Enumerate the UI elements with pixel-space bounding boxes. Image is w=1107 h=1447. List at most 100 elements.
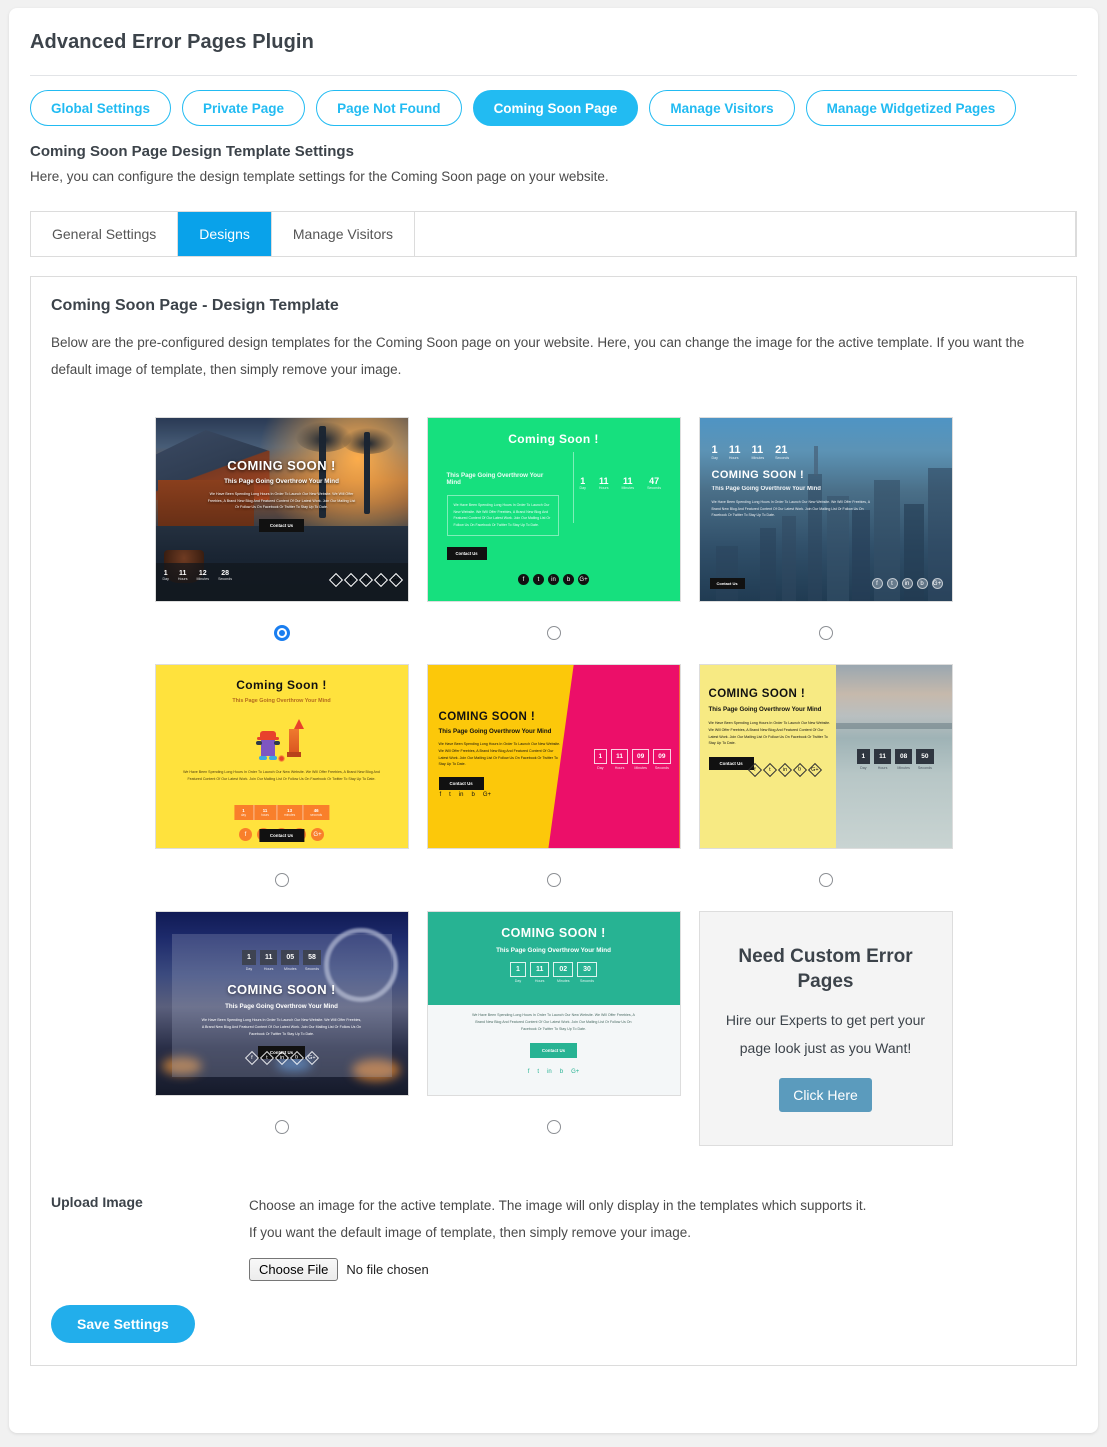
template3-contact-button[interactable]: Contact Us bbox=[709, 578, 745, 589]
template-radio-5[interactable] bbox=[546, 873, 561, 887]
template6-body: We Have Been Spending Long Hours In Orde… bbox=[708, 721, 831, 746]
googleplus-icon[interactable]: G+ bbox=[388, 572, 403, 588]
template-radio-3[interactable] bbox=[818, 626, 833, 640]
facebook-icon[interactable]: f bbox=[239, 828, 252, 841]
countdown-hours: 11 Hours bbox=[728, 444, 741, 460]
facebook-icon[interactable]: f bbox=[747, 762, 762, 778]
countdown-day: 1 Day bbox=[711, 444, 718, 460]
template6-contact-button[interactable]: Contact Us bbox=[708, 757, 754, 771]
linkedin-icon[interactable]: in bbox=[358, 572, 373, 588]
template5-heading: COMING SOON ! bbox=[438, 711, 536, 723]
twitter-icon[interactable]: t bbox=[533, 574, 544, 585]
file-input-row[interactable]: Choose File No file chosen bbox=[249, 1258, 1062, 1281]
behance-icon[interactable]: b bbox=[563, 574, 574, 585]
behance-icon[interactable]: b bbox=[560, 1069, 563, 1075]
template-preview-yellow-sea: COMING SOON ! This Page Going Overthrow … bbox=[699, 665, 952, 848]
panel-description: Below are the pre-configured design temp… bbox=[51, 335, 1025, 377]
template4-heading: Coming Soon ! bbox=[236, 678, 327, 692]
countdown-hours: 11 Hours bbox=[529, 962, 550, 983]
twitter-icon[interactable]: t bbox=[886, 578, 898, 589]
googleplus-icon[interactable]: G+ bbox=[483, 792, 491, 798]
behance-icon[interactable]: b bbox=[792, 762, 807, 778]
facebook-icon[interactable]: f bbox=[871, 578, 883, 589]
template-cell-3: 1 Day 11 Hours 11 Minutes 21 Seconds COM… bbox=[698, 417, 953, 664]
googleplus-icon[interactable]: G+ bbox=[571, 1069, 579, 1075]
googleplus-icon[interactable]: G+ bbox=[807, 762, 822, 778]
twitter-icon[interactable]: t bbox=[762, 762, 777, 778]
behance-icon[interactable]: b bbox=[289, 1050, 304, 1066]
template-thumbnail-1[interactable]: COMING SOON ! This Page Going Overthrow … bbox=[154, 417, 409, 602]
twitter-icon[interactable]: t bbox=[449, 792, 451, 798]
linkedin-icon[interactable]: in bbox=[547, 1069, 552, 1075]
template2-contact-button[interactable]: Contact Us bbox=[446, 546, 487, 560]
nav-pill-page-not-found[interactable]: Page Not Found bbox=[316, 90, 462, 126]
linkedin-icon[interactable]: in bbox=[777, 762, 792, 778]
save-settings-button[interactable]: Save Settings bbox=[51, 1305, 195, 1343]
linkedin-icon[interactable]: in bbox=[548, 574, 559, 585]
template8-contact-button[interactable]: Contact Us bbox=[529, 1043, 578, 1058]
template-radio-7[interactable] bbox=[274, 1120, 289, 1134]
promo-click-here-button[interactable]: Click Here bbox=[779, 1078, 872, 1113]
behance-icon[interactable]: b bbox=[472, 792, 475, 798]
template-thumbnail-8[interactable]: COMING SOON ! This Page Going Overthrow … bbox=[426, 911, 681, 1096]
behance-icon[interactable]: b bbox=[373, 572, 388, 588]
googleplus-icon[interactable]: G+ bbox=[931, 578, 943, 589]
countdown-hours: 11 Hours bbox=[598, 476, 609, 490]
facebook-icon[interactable]: f bbox=[518, 574, 529, 585]
template-thumbnail-4[interactable]: Coming Soon ! This Page Going Overthrow … bbox=[154, 664, 409, 849]
template-thumbnail-5[interactable]: COMING SOON ! This Page Going Overthrow … bbox=[426, 664, 681, 849]
building-shape bbox=[851, 510, 870, 601]
googleplus-icon[interactable]: G+ bbox=[311, 828, 324, 841]
linkedin-icon[interactable]: in bbox=[901, 578, 913, 589]
nav-pill-manage-widgetized-pages[interactable]: Manage Widgetized Pages bbox=[805, 90, 1017, 126]
nav-pill-global-settings[interactable]: Global Settings bbox=[30, 90, 172, 126]
template4-contact-button[interactable]: Contact Us bbox=[258, 829, 305, 842]
googleplus-icon[interactable]: G+ bbox=[304, 1050, 319, 1066]
countdown-seconds: 50 Seconds bbox=[916, 749, 934, 770]
template-radio-1[interactable] bbox=[274, 626, 289, 640]
upload-help-line-1: Choose an image for the active template.… bbox=[249, 1198, 867, 1213]
template-preview-green: Coming Soon ! This Page Going Overthrow … bbox=[427, 418, 680, 601]
tab-general-settings[interactable]: General Settings bbox=[31, 212, 179, 256]
template-grid: COMING SOON ! This Page Going Overthrow … bbox=[45, 417, 1062, 1158]
facebook-icon[interactable]: f bbox=[528, 1069, 530, 1075]
template-radio-6[interactable] bbox=[818, 873, 833, 887]
linkedin-icon[interactable]: in bbox=[459, 792, 464, 798]
tab-designs[interactable]: Designs bbox=[178, 212, 272, 256]
spark-icon bbox=[277, 755, 285, 762]
linkedin-icon[interactable]: in bbox=[274, 1050, 289, 1066]
template-radio-row-5 bbox=[427, 849, 681, 911]
countdown-day: 1 Day bbox=[162, 570, 169, 581]
template-thumbnail-6[interactable]: COMING SOON ! This Page Going Overthrow … bbox=[698, 664, 953, 849]
template-radio-row-8 bbox=[427, 1096, 681, 1158]
template-thumbnail-2[interactable]: Coming Soon ! This Page Going Overthrow … bbox=[426, 417, 681, 602]
upload-image-body: Choose an image for the active template.… bbox=[249, 1192, 1062, 1281]
behance-icon[interactable]: b bbox=[916, 578, 928, 589]
nav-pill-manage-visitors[interactable]: Manage Visitors bbox=[649, 90, 795, 126]
nav-pill-coming-soon-page[interactable]: Coming Soon Page bbox=[472, 90, 639, 126]
facebook-icon[interactable]: f bbox=[328, 572, 343, 588]
googleplus-icon[interactable]: G+ bbox=[578, 574, 589, 585]
facebook-icon[interactable]: f bbox=[440, 792, 442, 798]
primary-nav: Global Settings Private Page Page Not Fo… bbox=[9, 76, 1098, 126]
template-radio-4[interactable] bbox=[274, 873, 289, 887]
countdown-day: 1 Day bbox=[510, 962, 526, 983]
choose-file-button[interactable]: Choose File bbox=[249, 1258, 339, 1281]
upload-image-row: Upload Image Choose an image for the act… bbox=[45, 1192, 1062, 1281]
template-radio-8[interactable] bbox=[546, 1120, 561, 1134]
template1-contact-button[interactable]: Contact Us bbox=[258, 518, 305, 532]
template7-subheading: This Page Going Overthrow Your Mind bbox=[225, 1003, 338, 1010]
template5-contact-button[interactable]: Contact Us bbox=[438, 777, 484, 791]
twitter-icon[interactable]: t bbox=[343, 572, 358, 588]
tab-manage-visitors[interactable]: Manage Visitors bbox=[271, 212, 416, 256]
template2-body: We Have Been Spending Long Hours In Orde… bbox=[446, 495, 559, 536]
template-radio-2[interactable] bbox=[546, 626, 561, 640]
facebook-icon[interactable]: f bbox=[244, 1050, 259, 1066]
twitter-icon[interactable]: t bbox=[259, 1050, 274, 1066]
countdown-seconds: 58 Seconds bbox=[303, 950, 321, 971]
nav-pill-private-page[interactable]: Private Page bbox=[182, 90, 306, 126]
twitter-icon[interactable]: t bbox=[537, 1069, 539, 1075]
template-radio-row-4 bbox=[155, 849, 409, 911]
template-thumbnail-3[interactable]: 1 Day 11 Hours 11 Minutes 21 Seconds COM… bbox=[698, 417, 953, 602]
template-thumbnail-7[interactable]: 1 Day 11 Hours 05 Minutes 58 Seconds COM… bbox=[154, 911, 409, 1096]
